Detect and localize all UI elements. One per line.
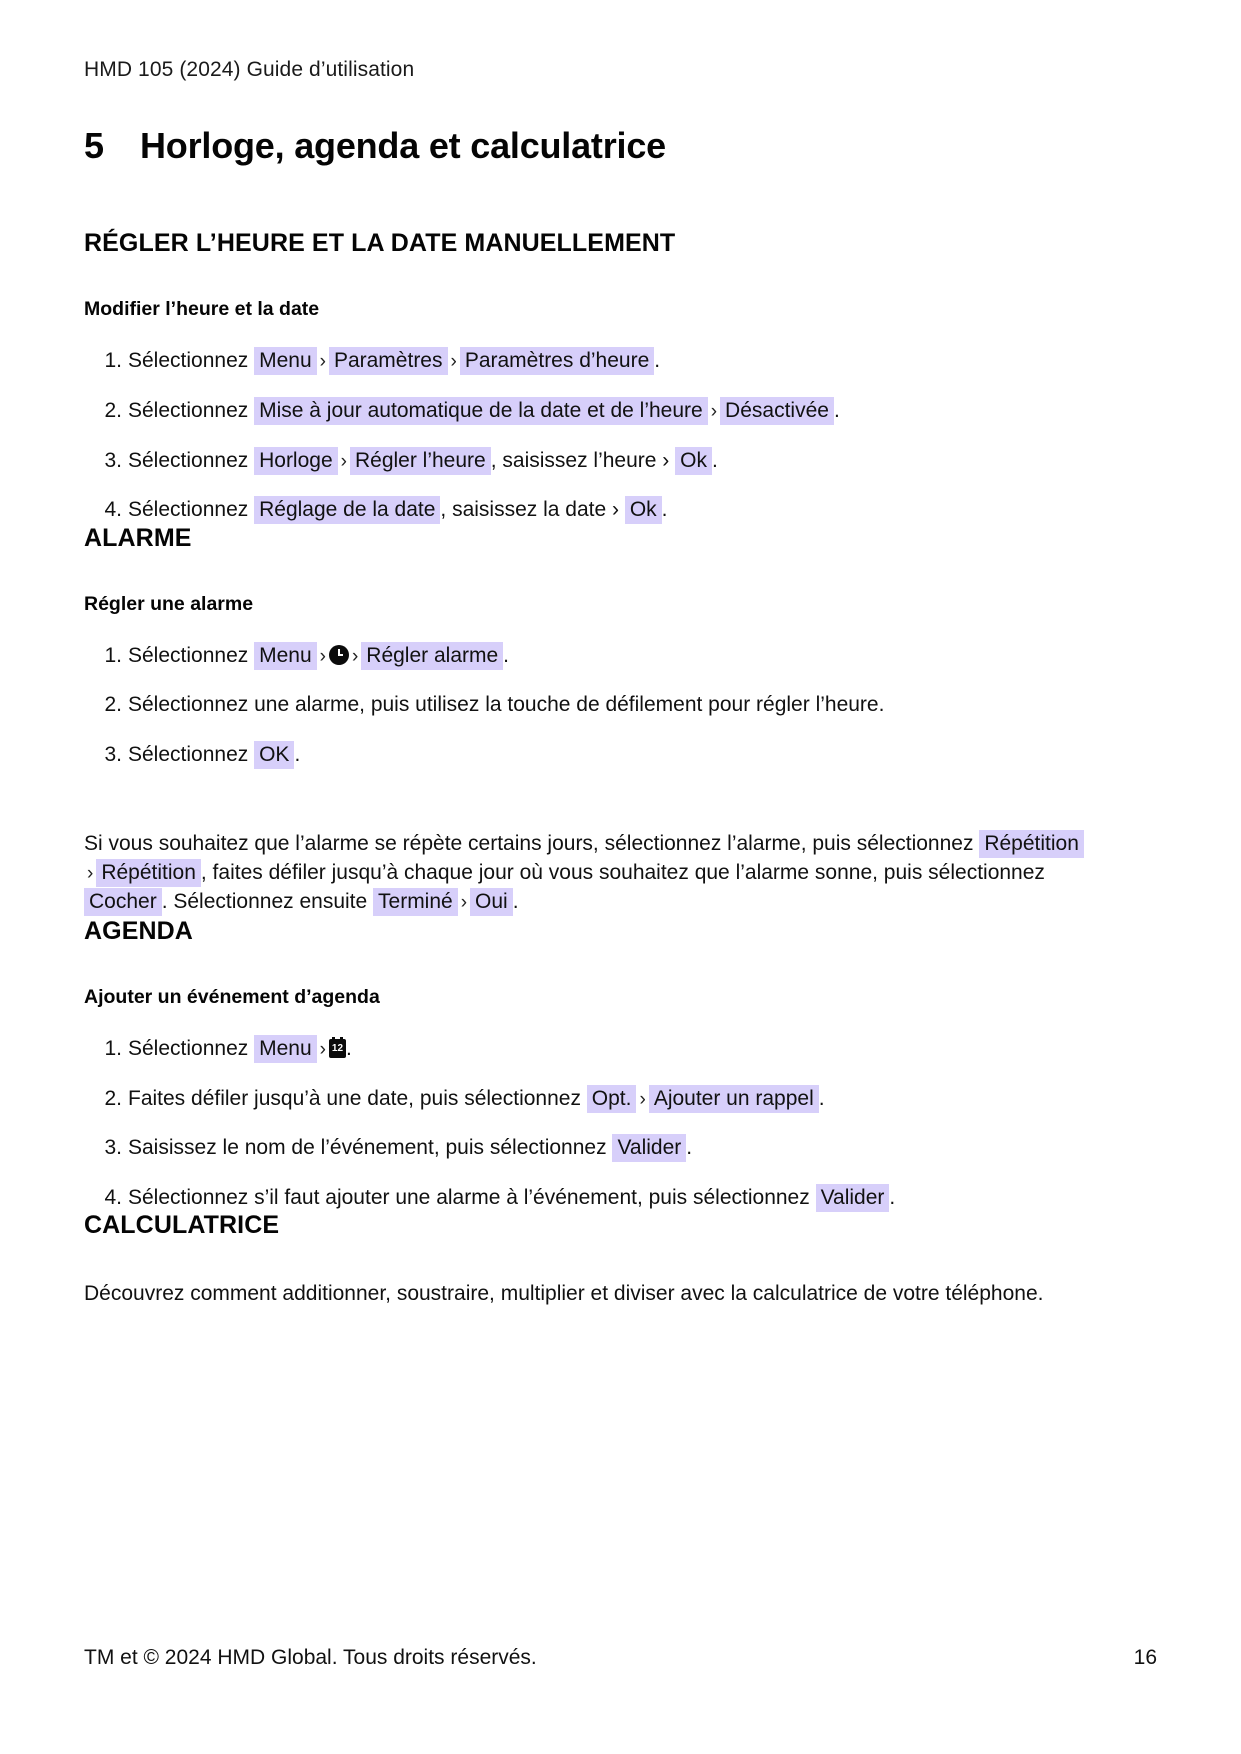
chevron-right-icon: › [351,645,359,667]
chapter-title: Horloge, agenda et calculatrice [140,125,666,167]
ui-chip-repetition-2[interactable]: Répétition [96,858,201,887]
list-item: Saisissez le nom de l’événement, puis sé… [94,1134,1157,1163]
step-lead-text: Sélectionnez [128,349,249,373]
ui-chip-oui[interactable]: Oui [470,887,513,916]
ui-chip-reglage-date[interactable]: Réglage de la date [254,496,441,525]
chevron-right-icon: › [450,351,457,373]
section-heading-time-date: RÉGLER L’HEURE ET LA DATE MANUELLEMENT [84,229,676,258]
step-lead-text: Saisissez le nom de l’événement, puis sé… [128,1136,607,1160]
calendar-icon-day: 12 [331,1042,344,1054]
step-lead-text: Sélectionnez [128,742,249,766]
step-tail-text: . [345,1036,352,1060]
steps-list-alarm: Sélectionnez Menu › › Régler alarme. Sélect… [84,641,1157,769]
step-tail-text: . [661,498,668,522]
footer-copyright: TM et © 2024 HMD Global. Tous droits rés… [84,1646,537,1669]
ui-chip-menu[interactable]: Menu [254,1034,317,1063]
list-item: Sélectionnez Menu › › Régler alarme. [94,641,1157,670]
footer-page-number: 16 [1133,1646,1157,1669]
chevron-right-icon: › [319,1038,326,1060]
ui-chip-horloge[interactable]: Horloge [254,446,338,475]
ui-chip-desactivee[interactable]: Désactivée [720,396,834,425]
alarm-repeat-paragraph: Si vous souhaitez que l’alarme se répète… [84,829,1094,917]
list-item: Sélectionnez s’il faut ajouter une alarm… [94,1183,1157,1212]
paragraph-part-3: . Sélectionnez ensuite [161,889,368,913]
clock-icon [328,644,349,665]
step-lead-text: Faites défiler jusqu’à une date, puis sé… [128,1086,581,1110]
step-tail-text: . [833,398,840,422]
step-tail-text: . [889,1185,896,1209]
subsection-heading-modify-time-date: Modifier l’heure et la date [84,298,320,321]
step-lead-text: Sélectionnez [128,448,249,472]
list-item: Sélectionnez Horloge › Régler l’heure, sai… [94,446,1157,475]
document-page: HMD 105 (2024) Guide d’utilisation 5 Hor… [0,0,1241,1754]
step-lead-text: Sélectionnez s’il faut ajouter une alarm… [128,1185,810,1209]
ui-chip-valider[interactable]: Valider [815,1183,890,1212]
step-lead-text: Sélectionnez [128,1036,249,1060]
ui-chip-menu[interactable]: Menu [254,347,317,376]
chevron-right-icon: › [87,862,94,884]
list-item: Sélectionnez OK. [94,740,1157,769]
ui-chip-menu[interactable]: Menu [254,641,317,670]
list-item: Sélectionnez Menu › Paramètres › Paramètres … [94,347,1157,376]
calculator-paragraph: Découvrez comment additionner, soustrair… [84,1281,1044,1305]
step-mid-text: , saisissez l’heure › [490,448,670,472]
step-text: Sélectionnez une alarme, puis utilisez l… [128,693,885,717]
step-tail-text: . [686,1136,693,1160]
list-item: Sélectionnez Réglage de la date, saisiss… [94,496,1157,525]
step-tail-text: . [503,643,510,667]
page-footer: TM et © 2024 HMD Global. Tous droits rés… [84,1646,1157,1670]
ui-chip-auto-update[interactable]: Mise à jour automatique de la date et de… [254,396,708,425]
chapter-heading: 5 Horloge, agenda et calculatrice [84,125,1157,167]
paragraph-tail: . [512,889,519,913]
steps-list-agenda: Sélectionnez Menu › 12. Faites défiler jus… [84,1034,1157,1212]
ui-chip-termine[interactable]: Terminé [373,887,458,916]
ui-chip-regler-heure[interactable]: Régler l’heure [349,446,491,475]
ui-chip-parametres-heure[interactable]: Paramètres d’heure [459,347,655,376]
chevron-right-icon: › [319,351,326,373]
ui-chip-cocher[interactable]: Cocher [84,887,162,916]
chapter-number: 5 [84,125,104,167]
chevron-right-icon: › [319,645,326,667]
paragraph-part-2: , faites défiler jusqu’à chaque jour où … [200,860,1045,884]
calendar-icon: 12 [328,1036,346,1058]
section-heading-agenda: AGENDA [84,916,193,945]
step-tail-text: . [711,448,718,472]
step-tail-text: . [294,742,301,766]
section-heading-alarm: ALARME [84,523,192,552]
list-item: Sélectionnez une alarme, puis utilisez l… [94,691,1157,719]
chevron-right-icon: › [710,400,718,422]
ui-chip-repetition[interactable]: Répétition [979,829,1084,858]
chevron-right-icon: › [340,450,347,472]
ui-chip-ok[interactable]: OK [254,740,295,769]
subsection-heading-set-alarm: Régler une alarme [84,592,254,615]
alarm-repeat-paragraph-block: Si vous souhaitez que l’alarme se répète… [84,829,1157,917]
list-item: Sélectionnez Menu › 12. [94,1034,1157,1063]
ui-chip-parametres[interactable]: Paramètres [328,347,448,376]
ui-chip-ok[interactable]: Ok [675,446,712,475]
step-lead-text: Sélectionnez [128,498,249,522]
step-tail-text: . [654,349,661,373]
step-lead-text: Sélectionnez [128,398,249,422]
step-lead-text: Sélectionnez [128,643,249,667]
chevron-right-icon: › [460,891,468,913]
list-item: Faites défiler jusqu’à une date, puis sé… [94,1084,1157,1113]
ui-chip-ok[interactable]: Ok [624,496,662,525]
paragraph-part-1: Si vous souhaitez que l’alarme se répète… [84,831,974,855]
step-mid-text: , saisissez la date › [440,498,619,522]
section-heading-calculator: CALCULATRICE [84,1210,280,1239]
steps-list-time-date: Sélectionnez Menu › Paramètres › Paramètres … [84,347,1157,525]
chevron-right-icon: › [639,1088,646,1110]
ui-chip-regler-alarme[interactable]: Régler alarme [361,641,504,670]
subsection-heading-add-event: Ajouter un événement d’agenda [84,985,380,1008]
ui-chip-opt[interactable]: Opt. [586,1084,637,1113]
step-tail-text: . [818,1086,825,1110]
ui-chip-ajouter-rappel[interactable]: Ajouter un rappel [648,1084,819,1113]
list-item: Sélectionnez Mise à jour automatique de … [94,396,1157,425]
ui-chip-valider[interactable]: Valider [612,1134,687,1163]
running-header: HMD 105 (2024) Guide d’utilisation [84,58,415,81]
